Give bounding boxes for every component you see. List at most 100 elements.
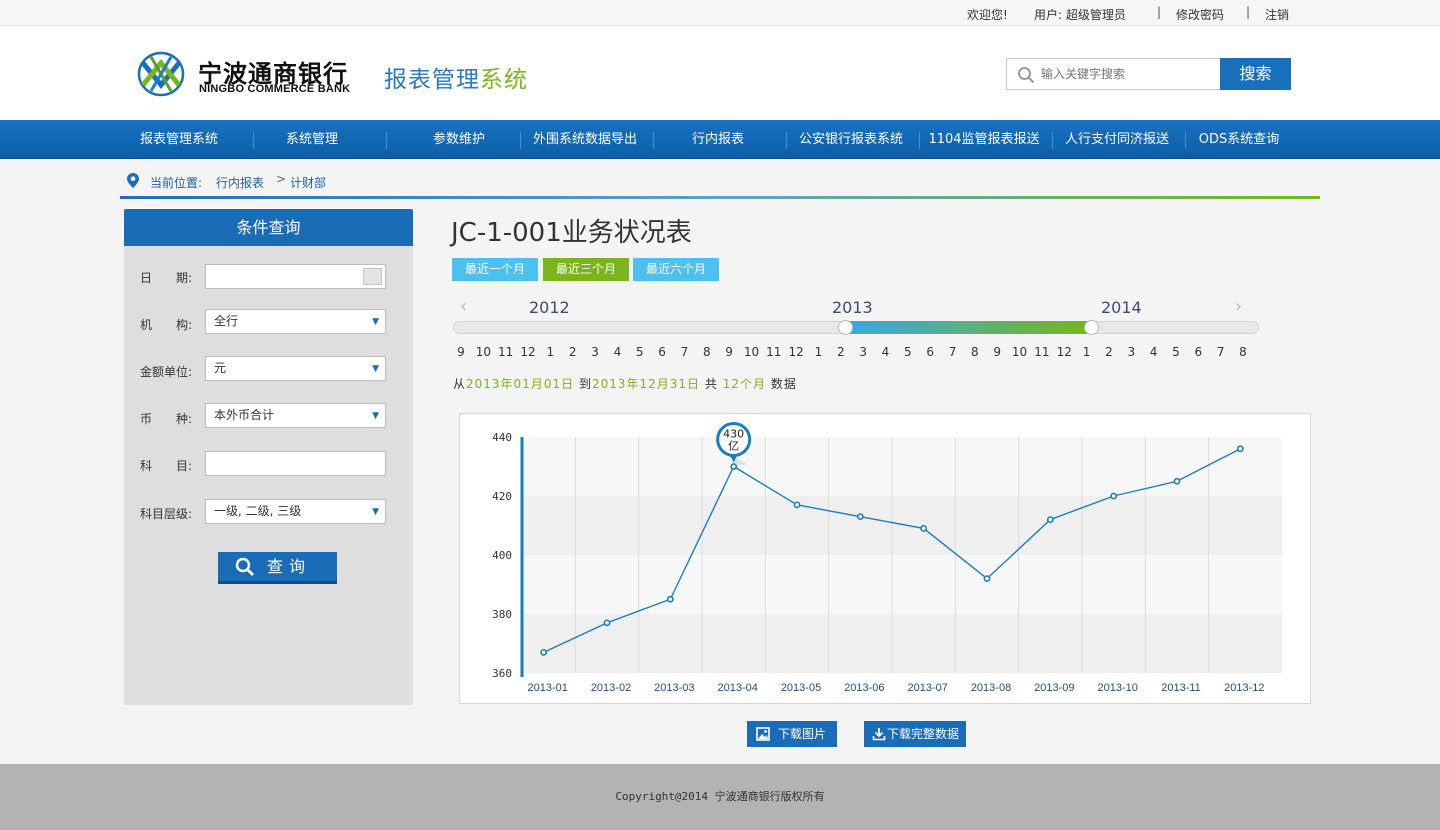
calendar-icon[interactable] bbox=[363, 268, 382, 285]
grid-band bbox=[522, 496, 1282, 555]
x-tick-label: 2013-03 bbox=[654, 682, 694, 694]
data-point[interactable] bbox=[1236, 445, 1244, 453]
timeline-year: 2013 bbox=[832, 298, 873, 317]
org-select[interactable]: 全行 ▼ bbox=[205, 309, 386, 334]
grid-band bbox=[522, 437, 1282, 496]
nav-item-ods[interactable]: ODS系统查询 bbox=[1186, 120, 1292, 159]
y-tick-label: 380 bbox=[492, 608, 512, 621]
x-tick-label: 2013-11 bbox=[1161, 682, 1201, 694]
data-point[interactable] bbox=[1046, 516, 1054, 523]
timeline-start-handle[interactable] bbox=[838, 320, 853, 335]
timeline-month-tick: 7 bbox=[1216, 345, 1225, 359]
location-pin-icon bbox=[127, 173, 139, 188]
info-from: 从 bbox=[453, 377, 467, 391]
timeline-next-arrow-icon[interactable]: › bbox=[1235, 296, 1242, 317]
subject-label: 科 目: bbox=[140, 459, 193, 473]
timeline-month-tick: 5 bbox=[635, 345, 644, 359]
timeline-prev-arrow-icon[interactable]: ‹ bbox=[460, 296, 467, 317]
timeline-month-tick: 1 bbox=[814, 345, 823, 359]
download-image-button[interactable]: 下载图片 bbox=[747, 721, 837, 747]
breadcrumb: 当前位置: 行内报表 > 计财部 bbox=[120, 168, 1320, 196]
x-tick-label: 2013-07 bbox=[907, 682, 947, 694]
info-to: 到 bbox=[578, 377, 592, 391]
logout-link[interactable]: 注销 bbox=[1265, 6, 1289, 23]
nav-item-1104[interactable]: 1104监管报表报送 bbox=[920, 120, 1048, 159]
annotation-unit: 亿 bbox=[728, 440, 739, 453]
timeline-month-tick: 11 bbox=[766, 345, 782, 359]
timeline-month-tick: 8 bbox=[971, 345, 979, 359]
range-button-1-month[interactable]: 最近一个月 bbox=[452, 258, 538, 281]
topbar-divider: | bbox=[1157, 5, 1162, 19]
y-tick-label: 360 bbox=[492, 667, 512, 680]
welcome-text: 欢迎您! bbox=[967, 8, 1008, 22]
user-text: 用户: 超级管理员 bbox=[1034, 8, 1126, 22]
timeline-month-tick: 1 bbox=[546, 345, 555, 359]
timeline-month-tick: 11 bbox=[1034, 345, 1050, 359]
timeline-month-tick: 1 bbox=[1082, 345, 1091, 359]
search-button[interactable]: 搜索 bbox=[1220, 58, 1291, 90]
currency-select[interactable]: 本外币合计 ▼ bbox=[205, 403, 386, 428]
main-nav: 报表管理系统 系统管理 参数维护 外围系统数据导出 行内报表 公安银行报表系统 … bbox=[0, 120, 1440, 159]
timeline-year: 2012 bbox=[529, 298, 570, 317]
data-point[interactable] bbox=[603, 619, 611, 627]
topbar-divider: | bbox=[1246, 5, 1251, 19]
chevron-down-icon: ▼ bbox=[372, 364, 379, 374]
level-value: 一级, 二级, 三级 bbox=[214, 504, 302, 518]
x-tick-label: 2013-04 bbox=[717, 682, 757, 694]
timeline-month-tick: 3 bbox=[591, 345, 599, 359]
nav-item-report-system[interactable]: 报表管理系统 bbox=[120, 120, 238, 159]
x-tick-label: 2013-12 bbox=[1224, 682, 1264, 694]
range-button-6-months[interactable]: 最近六个月 bbox=[633, 258, 719, 281]
download-data-button[interactable]: 下载完整数据 bbox=[864, 721, 966, 747]
data-point[interactable] bbox=[730, 463, 738, 470]
system-title-part1: 报表管理 bbox=[384, 67, 480, 93]
timeline-month-tick: 3 bbox=[859, 345, 867, 359]
query-button[interactable]: 查询 bbox=[218, 552, 337, 584]
info-start-date: 2013年01月01日 bbox=[466, 377, 575, 391]
timeline-info: 从2013年01月01日 到2013年12月31日 共 12个月 数据 bbox=[453, 375, 797, 392]
currency-label: 币 种: bbox=[140, 412, 193, 426]
timeline-month-tick: 2 bbox=[568, 345, 577, 359]
timeline-month-tick: 6 bbox=[926, 345, 935, 359]
change-password-link[interactable]: 修改密码 bbox=[1176, 6, 1224, 23]
timeline-month-tick: 12 bbox=[1056, 345, 1072, 359]
date-field[interactable] bbox=[205, 264, 386, 289]
bank-logo-icon bbox=[137, 51, 185, 97]
subject-level-select[interactable]: 一级, 二级, 三级 ▼ bbox=[205, 499, 386, 524]
timeline-month-tick: 10 bbox=[743, 345, 760, 359]
data-point[interactable] bbox=[666, 595, 674, 603]
x-tick-label: 2013-06 bbox=[844, 682, 884, 694]
nav-item-police-bank[interactable]: 公安银行报表系统 bbox=[787, 120, 915, 159]
breadcrumb-internal-reports[interactable]: 行内报表 bbox=[216, 174, 264, 191]
data-point[interactable] bbox=[856, 513, 864, 521]
x-tick-label: 2013-10 bbox=[1097, 682, 1137, 694]
data-point[interactable] bbox=[793, 501, 801, 509]
data-point[interactable] bbox=[540, 648, 548, 656]
nav-item-pboc-payment[interactable]: 人行支付同济报送 bbox=[1053, 120, 1181, 159]
timeline-month-tick: 4 bbox=[613, 345, 622, 359]
currency-value: 本外币合计 bbox=[214, 408, 275, 422]
timeline-month-tick: 6 bbox=[658, 345, 666, 359]
nav-item-internal-reports[interactable]: 行内报表 bbox=[654, 120, 782, 159]
nav-item-data-export[interactable]: 外围系统数据导出 bbox=[521, 120, 649, 159]
timeline-month-tick: 6 bbox=[1194, 345, 1203, 359]
data-point[interactable] bbox=[1110, 492, 1118, 500]
grid-band bbox=[522, 614, 1282, 673]
system-title: 报表管理系统 bbox=[384, 60, 528, 94]
subject-field[interactable] bbox=[205, 451, 386, 476]
data-point[interactable] bbox=[1173, 477, 1181, 485]
top-bar: 欢迎您! 用户: 超级管理员 | 修改密码 | 注销 bbox=[0, 0, 1440, 26]
nav-item-system-admin[interactable]: 系统管理 bbox=[254, 120, 370, 159]
search-input[interactable] bbox=[1041, 64, 1216, 84]
nav-item-params[interactable]: 参数维护 bbox=[400, 120, 518, 159]
copyright-text: Copyright@2014 宁波通商银行版权所有 bbox=[615, 790, 825, 803]
data-point[interactable] bbox=[920, 525, 928, 532]
range-button-3-months[interactable]: 最近三个月 bbox=[543, 258, 629, 281]
x-tick-label: 2013-09 bbox=[1034, 682, 1074, 694]
unit-select[interactable]: 元 ▼ bbox=[205, 356, 386, 381]
data-point[interactable] bbox=[983, 575, 991, 582]
timeline-end-handle[interactable] bbox=[1084, 320, 1099, 335]
breadcrumb-underline bbox=[120, 196, 1320, 199]
timeline-month-tick: 4 bbox=[881, 345, 890, 359]
breadcrumb-finance-dept[interactable]: 计财部 bbox=[290, 174, 326, 191]
